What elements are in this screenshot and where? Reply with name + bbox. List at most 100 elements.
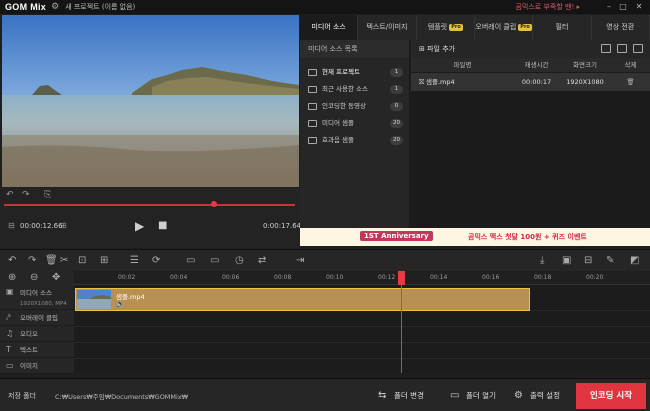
zoom-out-icon[interactable]: ⊖ <box>30 272 38 283</box>
open-folder-button[interactable]: ▭ 폴더 열기 <box>448 385 496 407</box>
video-preview <box>2 15 299 187</box>
file-duration: 00:00:17 <box>521 78 552 86</box>
promo-banner[interactable]: 1ST Anniversary 곰믹스 맥스 첫달 100원 + 퀴즈 이벤트 <box>300 228 650 246</box>
track-overlay-clip[interactable]: ⤤ 오버레이 클립 <box>0 310 74 326</box>
list-view-icon[interactable] <box>601 44 611 53</box>
edit-icon[interactable]: ✎ <box>606 255 614 266</box>
column-size[interactable]: 화면크기 <box>559 58 611 72</box>
track-labels: ▣ 미디어 소스 1920X1080, MP4 ⤤ 오버레이 클립 ♫ 오디오 … <box>0 285 74 374</box>
speaker-icon[interactable]: 🔈 <box>116 300 125 308</box>
track-label: 오버레이 클립 <box>20 314 58 322</box>
delete-icon[interactable]: 🗑 <box>45 255 58 266</box>
column-duration[interactable]: 재생시간 <box>514 58 559 72</box>
timeline-ruler[interactable]: 00:02 00:04 00:06 00:08 00:10 00:12 00:1… <box>74 271 650 285</box>
file-row[interactable]: ⛝ 샘플.mp4 00:00:17 1920X1080 🗑 <box>411 73 650 91</box>
sticker-icon[interactable]: ◩ <box>630 255 639 266</box>
seek-thumb[interactable] <box>210 201 217 207</box>
folder-item-encoded[interactable]: 인코딩한 동영상 0 <box>300 98 409 115</box>
promo-arrow-icon: ▸ <box>576 3 580 11</box>
folder-swap-icon: ⇆ <box>378 390 387 401</box>
maximize-icon[interactable]: □ <box>618 1 628 12</box>
redo-icon[interactable]: ↷ <box>28 255 36 266</box>
minimize-icon[interactable]: – <box>604 1 614 12</box>
folder-item-current-project[interactable]: 현재 프로젝트 1 <box>300 64 409 81</box>
timeline-clip[interactable]: 샘플.mp4 🔈 <box>75 288 530 311</box>
increase-time-button[interactable]: ⊞ <box>60 221 67 230</box>
tab-media-source[interactable]: 미디어 소스 <box>300 15 359 40</box>
trash-icon[interactable]: 🗑 <box>611 73 650 91</box>
total-time: 0:00:17.64 <box>263 222 302 230</box>
music-note-icon: ♫ <box>6 329 14 338</box>
current-time: 00:00:12.66 <box>20 222 63 230</box>
track-media-source[interactable]: ▣ 미디어 소스 1920X1080, MP4 <box>0 285 74 310</box>
folder-item-sound-samples[interactable]: 효과음 샘플 20 <box>300 132 409 149</box>
tab-label: 필터 <box>555 23 569 31</box>
undo-icon[interactable]: ↶ <box>6 190 14 200</box>
media-source-list-header: 미디어 소스 목록 <box>300 40 409 58</box>
output-settings-button[interactable]: ⚙ 출력 설정 <box>512 385 560 407</box>
save-icon[interactable]: ⤓ <box>540 255 544 266</box>
track-sub: 1920X1080, MP4 <box>20 301 67 307</box>
project-title: 새 프로젝트 (이름 없음) <box>65 3 136 11</box>
tab-overlay-clip[interactable]: 오버레이 클립 Pro <box>475 15 534 40</box>
decrease-time-button[interactable]: ⊟ <box>8 221 15 230</box>
button-label: 폴더 변경 <box>394 391 424 400</box>
folder-item-recent[interactable]: 최근 사용한 소스 1 <box>300 81 409 98</box>
aspect-icon[interactable]: ▭ <box>210 255 219 266</box>
app-logo: GOM Mix <box>5 2 47 12</box>
folder-item-media-samples[interactable]: 미디어 샘플 20 <box>300 115 409 132</box>
split-icon[interactable]: ⊞ <box>100 255 108 266</box>
banner-event-text: 곰믹스 맥스 첫달 100원 + 퀴즈 이벤트 <box>468 233 587 241</box>
snapshot-icon[interactable]: ▣ <box>562 255 571 266</box>
change-folder-button[interactable]: ⇆ 폴더 변경 <box>376 385 424 407</box>
count-badge: 0 <box>390 102 403 111</box>
timeline-toolbar: ↶ ↷ 🗑 ✂ ⊡ ⊞ ☰ ⟳ ▭ ▭ ◷ ⇄ ⇥ ⤓ ▣ ⊟ ✎ ◩ <box>0 249 650 271</box>
banner-anniversary: 1ST Anniversary <box>360 231 433 241</box>
stop-button[interactable]: ■ <box>158 220 167 231</box>
close-icon[interactable]: ✕ <box>634 1 644 12</box>
playhead[interactable] <box>401 271 402 373</box>
panel-tabs: 미디어 소스 텍스트/이미지 템플릿 Pro 오버레이 클립 Pro 필터 영상 전… <box>300 15 650 40</box>
transition-icon[interactable]: ⇄ <box>258 255 266 266</box>
count-badge: 1 <box>390 68 403 77</box>
count-badge: 20 <box>390 119 403 128</box>
start-encoding-button[interactable]: 인코딩 시작 <box>576 383 646 409</box>
adjust-icon[interactable]: ☰ <box>130 255 139 266</box>
file-toolbar: ⊞ 파일 추가 <box>411 40 650 58</box>
seek-bar[interactable] <box>4 204 295 206</box>
tab-template[interactable]: 템플릿 Pro <box>417 15 475 40</box>
tab-filter[interactable]: 필터 <box>533 15 592 40</box>
export-icon[interactable]: ⇥ <box>296 255 304 266</box>
redo-icon[interactable]: ↷ <box>22 190 30 200</box>
speed-icon[interactable]: ◷ <box>235 255 244 266</box>
sound-icon[interactable] <box>633 44 643 53</box>
fit-icon[interactable]: ✥ <box>52 272 60 283</box>
folder-label: 현재 프로젝트 <box>322 68 360 76</box>
crop-icon[interactable]: ⊡ <box>78 255 86 266</box>
clip-thumbnail <box>77 290 111 309</box>
rotate-icon[interactable]: ⟳ <box>152 255 160 266</box>
add-file-button[interactable]: ⊞ 파일 추가 <box>419 40 455 58</box>
cut-icon[interactable]: ✂ <box>60 255 68 266</box>
track-audio[interactable]: ♫ 오디오 <box>0 326 74 342</box>
text-edit-icon[interactable]: ⊟ <box>584 255 592 266</box>
play-button[interactable]: ▶ <box>135 219 144 233</box>
undo-icon[interactable]: ↶ <box>8 255 16 266</box>
zoom-in-icon[interactable]: ⊕ <box>8 272 16 283</box>
delete-icon[interactable]: ⎘ <box>44 190 51 200</box>
tab-label: 텍스트/이미지 <box>366 23 408 31</box>
add-file-label: 파일 추가 <box>427 45 456 53</box>
tick-label: 00:02 <box>118 274 136 281</box>
track-label: 이미지 <box>20 362 38 370</box>
tab-transition[interactable]: 영상 전환 <box>592 15 650 40</box>
settings-gear-icon[interactable]: ⚙ <box>51 2 59 12</box>
track-text[interactable]: T 텍스트 <box>0 342 74 358</box>
file-list-header: 파일명 재생시간 화면크기 삭제 <box>411 58 650 72</box>
remove-icon[interactable] <box>617 44 627 53</box>
promo-link[interactable]: 곰믹스로 부족할 땐! ▸ <box>515 2 580 12</box>
screen-icon[interactable]: ▭ <box>186 255 195 266</box>
tab-text-image[interactable]: 텍스트/이미지 <box>358 15 417 40</box>
column-filename[interactable]: 파일명 <box>411 58 514 72</box>
track-image[interactable]: ▭ 이미지 <box>0 358 74 374</box>
track-divider <box>74 342 650 343</box>
